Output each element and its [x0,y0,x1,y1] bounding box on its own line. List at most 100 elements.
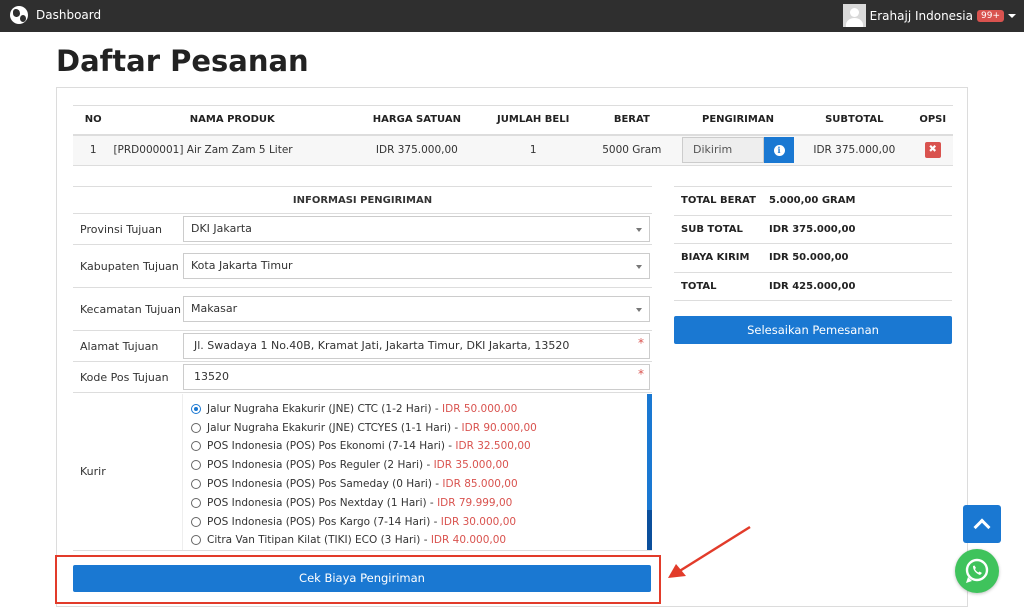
radio-button[interactable] [191,441,201,452]
province-label: Provinsi Tujuan [73,213,182,245]
courier-separator: - [451,421,462,434]
shipping-info-button[interactable]: i [764,137,794,164]
courier-price: IDR 30.000,00 [440,515,517,528]
courier-separator: - [423,459,434,472]
delete-button[interactable]: ✖ [924,142,941,159]
summary-value-shipping: IDR 50.000,00 [762,243,952,272]
courier-option[interactable]: Jalur Nugraha Ekakurir (JNE) CTCYES (1-1… [191,418,652,437]
radio-button[interactable] [191,535,201,546]
courier-name: Jalur Nugraha Ekakurir (JNE) CTC (1-2 Ha… [207,402,432,415]
required-mark: * [638,367,644,381]
summary-label-subtotal: SUB TOTAL [674,214,762,244]
top-navbar: Dashboard Erahajj Indonesia 99+ [0,0,1024,32]
col-unit-price: HARGA SATUAN [351,105,483,136]
address-value: Jl. Swadaya 1 No.40B, Kramat Jati, Jakar… [194,339,570,352]
shipping-status-group: Dikirim i [682,137,794,164]
courier-option[interactable]: Jalur Nugraha Ekakurir (JNE) CTC (1-2 Ha… [191,400,652,419]
whatsapp-icon [965,558,989,583]
courier-items: Jalur Nugraha Ekakurir (JNE) CTC (1-2 Ha… [191,400,652,550]
chevron-down-icon [1008,13,1016,18]
courier-separator: - [431,478,443,491]
chevron-down-icon [636,265,642,269]
shipping-info-heading: INFORMASI PENGIRIMAN [73,186,652,214]
summary-value-weight: 5.000,00 GRAM [762,186,952,215]
radio-button[interactable] [191,479,201,490]
row-unit-price: IDR 375.000,00 [351,134,483,166]
close-icon: ✖ [928,144,937,156]
summary-label-total: TOTAL [674,271,762,301]
courier-name: POS Indonesia (POS) Pos Ekonomi (7-14 Ha… [207,440,445,453]
courier-name: POS Indonesia (POS) Pos Kargo (7-14 Hari… [207,515,431,528]
district-select[interactable]: Makasar [183,296,650,322]
courier-separator: - [426,496,438,509]
courier-separator: - [430,515,441,528]
courier-price: IDR 40.000,00 [430,534,507,547]
regency-select[interactable]: Kota Jakarta Timur [183,253,650,279]
radio-button[interactable] [191,516,201,527]
dashboard-link[interactable]: Dashboard [10,6,101,24]
province-value: DKI Jakarta [191,222,252,235]
district-label: Kecamatan Tujuan [73,287,182,331]
courier-option[interactable]: POS Indonesia (POS) Pos Sameday (0 Hari)… [191,475,652,494]
address-input[interactable]: Jl. Swadaya 1 No.40B, Kramat Jati, Jakar… [183,333,650,359]
courier-option[interactable]: Citra Van Titipan Kilat (TIKI) ECO (3 Ha… [191,531,652,549]
whatsapp-button[interactable] [955,549,999,593]
order-table: NO NAMA PRODUK HARGA SATUAN JUMLAH BELI … [73,105,953,166]
postal-value: 13520 [194,370,229,383]
chevron-down-icon [636,308,642,312]
courier-price: IDR 35.000,00 [433,459,509,472]
row-weight: 5000 Gram [583,134,680,166]
row-options: ✖ [912,134,953,166]
courier-separator: - [420,534,431,547]
order-panel: NO NAMA PRODUK HARGA SATUAN JUMLAH BELI … [55,87,968,607]
courier-price: IDR 50.000,00 [442,402,518,415]
courier-list[interactable]: Jalur Nugraha Ekakurir (JNE) CTC (1-2 Ha… [182,393,652,550]
row-subtotal: IDR 375.000,00 [796,134,913,166]
table-row: 1 [PRD000001] Air Zam Zam 5 Liter IDR 37… [73,134,953,166]
radio-button[interactable] [191,403,201,414]
province-select[interactable]: DKI Jakarta [183,216,650,242]
dashboard-label: Dashboard [36,8,102,22]
courier-label: Kurir [73,392,182,551]
row-no: 1 [73,134,114,166]
chevron-up-icon [973,518,991,536]
chevron-down-icon [636,228,642,232]
order-summary: TOTAL BERAT 5.000,00 GRAM SUB TOTAL IDR 37… [674,186,952,301]
col-product: NAMA PRODUK [113,105,352,136]
radio-button[interactable] [191,422,201,433]
courier-separator: - [431,402,443,415]
courier-option[interactable]: POS Indonesia (POS) Pos Kargo (7-14 Hari… [191,512,652,531]
scroll-top-button[interactable] [963,505,1001,543]
col-no: NO [73,105,114,136]
courier-name: Citra Van Titipan Kilat (TIKI) ECO (3 Ha… [207,534,421,547]
check-shipping-cost-button[interactable]: Cek Biaya Pengiriman [73,565,651,592]
courier-name: Jalur Nugraha Ekakurir (JNE) CTCYES (1-1… [207,421,452,434]
courier-option[interactable]: POS Indonesia (POS) Pos Nextday (1 Hari)… [191,493,652,512]
regency-value: Kota Jakarta Timur [191,259,293,272]
row-quantity: 1 [482,134,584,166]
radio-button[interactable] [191,460,201,471]
col-subtotal: SUBTOTAL [796,105,913,136]
user-menu[interactable]: Erahajj Indonesia 99+ [842,4,1016,27]
courier-scrollbar[interactable] [647,393,652,550]
summary-value-subtotal: IDR 375.000,00 [762,214,952,244]
courier-option[interactable]: POS Indonesia (POS) Pos Reguler (2 Hari)… [191,456,652,475]
col-weight: BERAT [583,105,680,136]
radio-button[interactable] [191,497,201,508]
avatar [842,4,866,27]
regency-label: Kabupaten Tujuan [73,244,182,288]
summary-label-shipping: BIAYA KIRIM [674,243,762,272]
courier-price: IDR 79.999,00 [437,496,513,509]
info-icon: i [773,144,785,156]
courier-separator: - [444,440,456,453]
row-shipping: Dikirim i [679,134,797,166]
finish-order-button[interactable]: Selesaikan Pemesanan [674,316,952,344]
globe-icon [10,6,28,24]
postal-code-input[interactable]: 13520 * [183,364,650,390]
page-title: Daftar Pesanan [56,44,309,78]
courier-name: POS Indonesia (POS) Pos Nextday (1 Hari) [207,496,427,509]
product-link[interactable]: [PRD000001] Air Zam Zam 5 Liter [113,134,352,166]
courier-price: IDR 85.000,00 [442,478,518,491]
address-label: Alamat Tujuan [73,330,182,362]
courier-option[interactable]: POS Indonesia (POS) Pos Ekonomi (7-14 Ha… [191,437,652,456]
